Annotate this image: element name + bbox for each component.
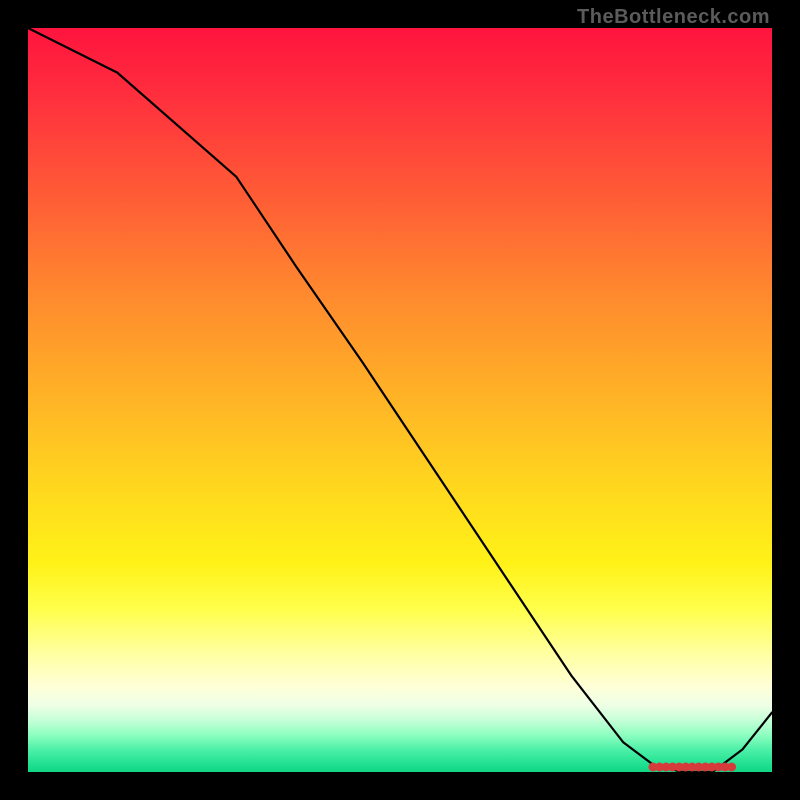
watermark-text: TheBottleneck.com xyxy=(577,6,770,29)
plot-area xyxy=(28,28,772,772)
chart-frame: TheBottleneck.com xyxy=(0,0,800,800)
bottleneck-curve xyxy=(28,28,772,772)
